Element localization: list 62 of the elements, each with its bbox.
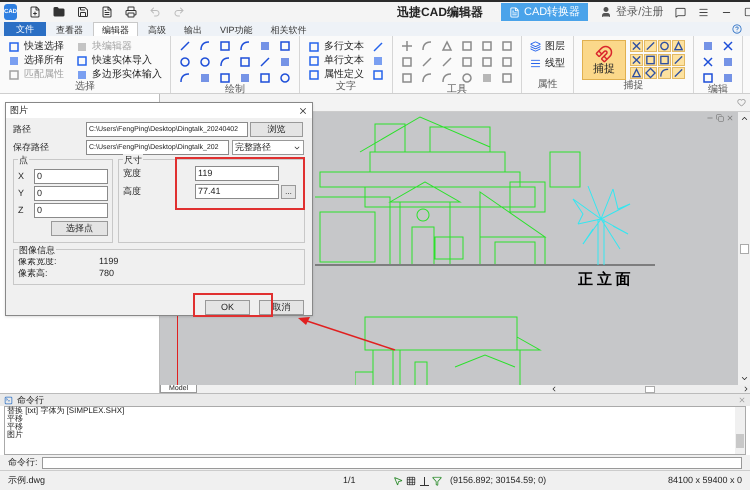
ribbon-command[interactable]: 选择所有 <box>8 54 64 67</box>
ribbon-command[interactable]: 多行文本 <box>308 40 364 53</box>
ribbon-group-label: 捕捉 <box>622 80 644 93</box>
command-history-line: 替换 [txt] 字体为 [SIMPLEX.SHX] <box>7 407 126 415</box>
size-field[interactable]: 77.41 <box>195 184 279 199</box>
ribbon-tab[interactable]: 相关软件 <box>262 23 315 36</box>
browse-button[interactable]: 浏览 <box>250 122 303 137</box>
path-mode-select[interactable]: 完整路径 <box>232 140 304 155</box>
command-history-line: 平移 <box>7 415 24 423</box>
cancel-button[interactable]: 取消 <box>259 300 304 315</box>
panel-title: 命令行 <box>17 395 44 405</box>
coordinate-field[interactable]: 0 <box>34 203 108 218</box>
ok-button[interactable]: OK <box>205 300 250 315</box>
info-value: 780 <box>99 267 114 279</box>
status-extent: 84100 x 59400 x 0 <box>668 474 742 487</box>
command-history-line: 平移 <box>7 423 24 431</box>
ribbon-tab[interactable]: 编辑器 <box>93 22 138 36</box>
ribbon-group-label: 工具 <box>446 84 468 97</box>
coordinate-field[interactable]: 0 <box>34 186 108 201</box>
login-link[interactable]: 登录/注册 <box>600 4 664 20</box>
coordinate-field[interactable]: 0 <box>34 169 108 184</box>
group-title: 图像信息 <box>18 244 56 258</box>
size-field[interactable]: 119 <box>195 166 279 181</box>
dialog-title: 图片 <box>10 104 28 117</box>
snap-button[interactable]: 捕捉 <box>582 40 626 80</box>
ribbon-tab[interactable]: 输出 <box>176 23 210 36</box>
info-value: 1199 <box>99 255 118 267</box>
group-title: 点 <box>18 154 29 168</box>
ribbon-command[interactable]: 线型 <box>530 57 565 70</box>
field-label: 保存路径 <box>13 140 50 154</box>
field-label: 路径 <box>13 122 32 136</box>
command-history-line: 图片 <box>7 431 24 439</box>
field-label: 高度 <box>123 184 142 198</box>
field-label: Z <box>18 204 24 217</box>
info-label: 像素高: <box>18 267 49 279</box>
window-title: 迅捷CAD编辑器 <box>397 4 483 21</box>
field-label: 宽度 <box>123 166 142 180</box>
ribbon-command[interactable]: 快速实体导入 <box>76 54 162 67</box>
ribbon-tab[interactable]: 高级 <box>140 23 174 36</box>
group-title: 尺寸 <box>123 154 143 168</box>
drawing-title: 正 立 面 <box>578 270 630 290</box>
pick-point-button[interactable]: 选择点 <box>51 221 108 236</box>
more-button[interactable]: ... <box>281 184 296 198</box>
ribbon-group-label: 绘制 <box>224 84 246 97</box>
ribbon-group-label: 编辑 <box>707 84 729 97</box>
ribbon-group-label: 文字 <box>335 81 357 94</box>
status-coordinates: (9156.892; 30154.59; 0) <box>450 474 546 487</box>
ribbon-command[interactable]: 属性定义 <box>308 68 364 81</box>
ribbon-group-label: 选择 <box>74 81 96 94</box>
ribbon-tab[interactable]: VIP功能 <box>212 23 261 36</box>
ribbon-group-label: 属性 <box>536 79 558 92</box>
status-page: 1/1 <box>343 474 357 487</box>
ribbon-command[interactable]: 快速选择 <box>8 40 64 53</box>
field-label: Y <box>18 186 24 200</box>
field-label: X <box>18 170 24 183</box>
status-file: 示例.dwg <box>8 474 46 487</box>
command-prompt-label: 命令行: <box>8 456 38 469</box>
ribbon-command[interactable]: 多边形实体输入 <box>76 68 162 81</box>
ribbon-command[interactable]: 图层 <box>530 40 565 53</box>
ribbon-tab[interactable]: 查看器 <box>48 23 91 36</box>
ribbon-command[interactable]: 单行文本 <box>308 54 364 67</box>
ribbon-tab[interactable]: 文件 <box>4 22 46 36</box>
